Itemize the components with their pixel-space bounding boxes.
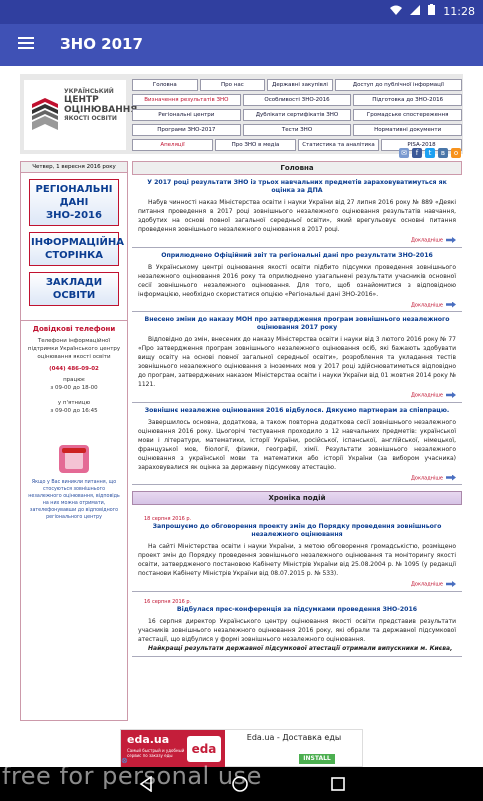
signal-icon	[410, 4, 421, 18]
status-time: 11:28	[443, 4, 475, 18]
event-date: 18 серпня 2016 р.	[144, 516, 192, 522]
nav-item[interactable]: Визначення результатів ЗНО	[132, 94, 241, 106]
logo-line3: ОЦІНЮВАННЯ	[64, 105, 138, 115]
arrow-right-icon	[446, 474, 456, 481]
phones-heading: Довідкові телефони	[32, 325, 116, 333]
news-article: Зовнішнє незалежне оцінювання 2016 відбу…	[132, 403, 462, 485]
hours-value-2: з 09-00 до 16:45	[50, 408, 98, 414]
schools-button[interactable]: ЗАКЛАДИ ОСВІТИ	[29, 272, 119, 306]
nav-item[interactable]: Нормативні документи	[353, 124, 463, 136]
main-nav: Головна Про нас Державні закупівлі Досту…	[132, 79, 463, 154]
news-article: У 2017 році результати ЗНО із трьох навч…	[132, 175, 462, 248]
app-title: ЗНО 2017	[60, 35, 143, 53]
current-date: Четвер, 1 вересня 2016 року	[21, 162, 127, 173]
main-column: Головна У 2017 році результати ЗНО із тр…	[132, 161, 462, 729]
event-title[interactable]: Запрошуємо до обговорення проекту змін д…	[138, 523, 456, 539]
battery-icon	[428, 4, 436, 18]
nav-item[interactable]: Державні закупівлі	[267, 79, 333, 91]
hours-label-2: у п'ятницю	[57, 400, 91, 406]
site-logo[interactable]: УКРАЇНСЬКИЙ ЦЕНТР ОЦІНЮВАННЯ ЯКОСТІ ОСВІ…	[24, 80, 137, 150]
arrow-right-icon	[446, 392, 456, 398]
arrow-right-icon	[446, 581, 456, 587]
logo-line4: ЯКОСТІ ОСВІТИ	[64, 115, 117, 122]
questions-text: Якщо у Вас виникли питання, що стосуютьс…	[28, 480, 120, 520]
phone-number[interactable]: (044) 486-09-02	[25, 365, 123, 373]
app-bar: ЗНО 2017	[0, 24, 483, 66]
status-bar: 11:28	[0, 0, 483, 24]
watermark-text: free for personal use	[2, 762, 262, 790]
ad-brand: eda.ua	[127, 733, 170, 746]
nav-item[interactable]: Про ЗНО в медіа	[215, 139, 296, 151]
logo-book-icon	[32, 98, 58, 130]
event-date: 16 серпня 2016 р.	[144, 598, 192, 605]
nav-item[interactable]: Статистика та аналітика	[298, 139, 379, 151]
event-item: 18 серпня 2016 р. Запрошуємо до обговоре…	[132, 509, 462, 592]
ad-title: Eda.ua - Доставка еды	[246, 733, 342, 742]
arrow-right-icon	[446, 301, 456, 308]
article-body: Завершилось основна, додаткова, а також …	[138, 418, 456, 471]
nav-item[interactable]: Програми ЗНО-2017	[132, 124, 241, 136]
phones-text: Телефони інформаційної підтримки Українс…	[27, 338, 121, 360]
event-item: 16 серпня 2016 р. Відбулася прес-конфере…	[132, 592, 462, 657]
nav-item[interactable]: Особливості ЗНО-2016	[242, 94, 352, 106]
menu-icon[interactable]	[18, 37, 34, 49]
read-more-link[interactable]: Докладніше	[138, 392, 456, 399]
odnoklassniki-icon[interactable]: о	[451, 148, 461, 158]
social-links: ✉ f t в о	[399, 148, 461, 158]
nav-item[interactable]: Громадське спостереження	[353, 109, 463, 121]
event-title[interactable]: Відбулася прес-конференція за підсумками…	[138, 606, 456, 614]
read-more-link[interactable]: Докладніше	[138, 474, 456, 481]
article-body: Відповідно до змін, внесених до наказу М…	[138, 336, 456, 388]
wifi-icon	[390, 5, 403, 18]
mail-icon[interactable]: ✉	[399, 148, 409, 158]
twitter-icon[interactable]: t	[425, 148, 435, 158]
install-button[interactable]: INSTALL	[299, 754, 335, 764]
ad-subtitle: Самый быстрый и удобный сервис по заказу…	[127, 748, 185, 758]
telephone-icon	[59, 445, 89, 473]
event-body: 16 серпня директор Українського центру о…	[138, 617, 456, 643]
nav-item[interactable]: Головна	[132, 79, 198, 91]
logo-line2: ЦЕНТР	[64, 95, 99, 105]
hours-label-1: працює	[63, 377, 85, 383]
news-article: Внесено зміни до наказу МОН про затвердж…	[132, 312, 462, 403]
event-body: На сайті Міністерства освіти і науки Укр…	[138, 543, 456, 577]
nav-item[interactable]: Апеляції	[132, 139, 213, 151]
article-body: Набув чинності наказ Міністерства освіти…	[138, 199, 456, 233]
chronicle-heading: Хроніка подій	[132, 491, 462, 505]
nav-item[interactable]: Доступ до публічної інформації	[334, 79, 462, 91]
nav-item[interactable]: Тести ЗНО	[242, 124, 352, 136]
nav-item[interactable]: Про нас	[199, 79, 266, 91]
web-content[interactable]: УКРАЇНСЬКИЙ ЦЕНТР ОЦІНЮВАННЯ ЯКОСТІ ОСВІ…	[0, 66, 483, 729]
article-title[interactable]: Внесено зміни до наказу МОН про затвердж…	[138, 316, 456, 332]
article-title[interactable]: Зовнішнє незалежне оцінювання 2016 відбу…	[138, 407, 456, 415]
article-title[interactable]: У 2017 році результати ЗНО із трьох навч…	[138, 179, 456, 195]
article-title[interactable]: Оприлюднено Офіційний звіт та регіональн…	[138, 252, 456, 260]
vk-icon[interactable]: в	[438, 148, 448, 158]
left-sidebar: Четвер, 1 вересня 2016 року РЕГІОНАЛЬНІ …	[20, 161, 128, 721]
event-body-2: Найкращі результати державної підсумково…	[148, 644, 453, 652]
nav-item[interactable]: Підготовка до ЗНО-2016	[353, 94, 463, 106]
arrow-right-icon	[446, 237, 456, 243]
info-page-button[interactable]: ІНФОРМАЦІЙНА СТОРІНКА	[29, 232, 124, 266]
section-title: Головна	[132, 161, 462, 175]
facebook-icon[interactable]: f	[412, 148, 422, 158]
site-header: УКРАЇНСЬКИЙ ЦЕНТР ОЦІНЮВАННЯ ЯКОСТІ ОСВІ…	[20, 74, 463, 154]
article-body: В Українському центрі оцінювання якості …	[138, 263, 456, 298]
recents-icon[interactable]	[330, 776, 346, 796]
news-article: Оприлюднено Офіційний звіт та регіональн…	[132, 248, 462, 312]
nav-item[interactable]: Дублікати сертифікатів ЗНО	[242, 109, 352, 121]
logo-line1: УКРАЇНСЬКИЙ	[64, 88, 114, 95]
nav-item[interactable]: Регіональні центри	[132, 109, 241, 121]
read-more-link[interactable]: Докладніше	[138, 301, 456, 308]
phones-block: Довідкові телефони Телефони інформаційно…	[21, 320, 127, 419]
ad-logo: eda	[187, 736, 221, 762]
read-more-link[interactable]: Докладніше	[138, 237, 456, 244]
hours-value-1: з 09-00 до 18-00	[50, 385, 98, 391]
regional-data-button[interactable]: РЕГІОНАЛЬНІ ДАНІ ЗНО-2016	[29, 179, 119, 226]
read-more-link[interactable]: Докладніше	[138, 581, 456, 588]
